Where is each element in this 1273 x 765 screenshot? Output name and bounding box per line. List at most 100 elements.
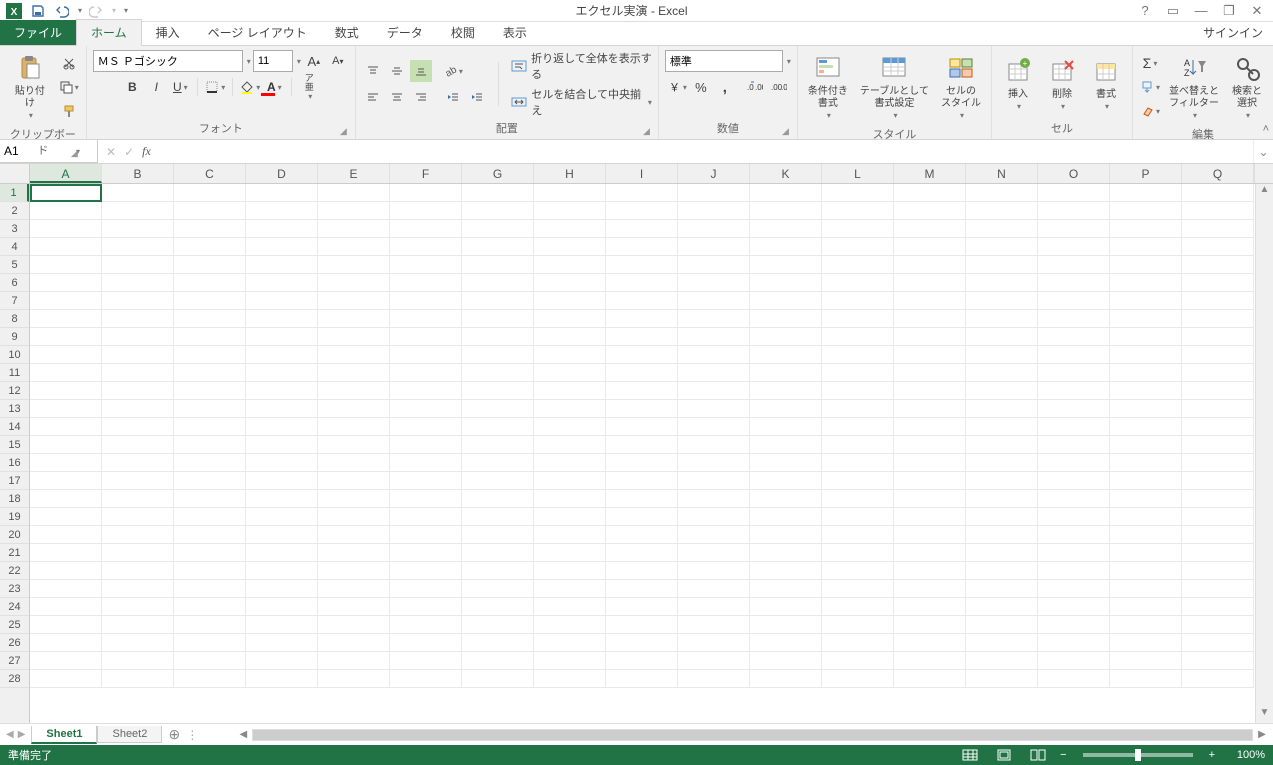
cell[interactable] <box>894 382 966 400</box>
cell[interactable] <box>534 616 606 634</box>
cell[interactable] <box>1038 364 1110 382</box>
cell[interactable] <box>30 184 102 202</box>
cell[interactable] <box>894 184 966 202</box>
cell[interactable] <box>174 436 246 454</box>
cell[interactable] <box>462 472 534 490</box>
increase-indent-icon[interactable] <box>466 86 488 108</box>
cell[interactable] <box>750 328 822 346</box>
bold-icon[interactable]: B <box>121 76 143 98</box>
number-format-dropdown[interactable]: ▾ <box>787 57 791 66</box>
borders-icon[interactable]: ▾ <box>204 76 226 98</box>
cell[interactable] <box>606 292 678 310</box>
cell[interactable] <box>750 490 822 508</box>
cell[interactable] <box>750 346 822 364</box>
cell[interactable] <box>534 220 606 238</box>
column-header[interactable]: C <box>174 164 246 183</box>
cell[interactable] <box>606 328 678 346</box>
cell[interactable] <box>174 256 246 274</box>
cell[interactable] <box>174 616 246 634</box>
cell[interactable] <box>894 634 966 652</box>
cell[interactable] <box>966 436 1038 454</box>
cell[interactable] <box>750 526 822 544</box>
cell[interactable] <box>894 220 966 238</box>
cell[interactable] <box>1110 526 1182 544</box>
cell[interactable] <box>30 346 102 364</box>
cell[interactable] <box>174 580 246 598</box>
cell[interactable] <box>1038 670 1110 688</box>
cell[interactable] <box>1110 454 1182 472</box>
row-header[interactable]: 5 <box>0 256 29 274</box>
cell[interactable] <box>822 364 894 382</box>
cell[interactable] <box>894 346 966 364</box>
font-size-input[interactable] <box>253 50 293 72</box>
cell[interactable] <box>246 364 318 382</box>
cell[interactable] <box>1110 274 1182 292</box>
cell[interactable] <box>822 238 894 256</box>
cell[interactable] <box>1110 472 1182 490</box>
cell[interactable] <box>246 400 318 418</box>
cell[interactable] <box>390 184 462 202</box>
cancel-formula-icon[interactable]: ✕ <box>106 145 116 159</box>
column-header[interactable]: D <box>246 164 318 183</box>
cell[interactable] <box>534 454 606 472</box>
cell[interactable] <box>102 670 174 688</box>
row-header[interactable]: 27 <box>0 652 29 670</box>
cell[interactable] <box>1110 616 1182 634</box>
cell[interactable] <box>1038 634 1110 652</box>
cell[interactable] <box>534 274 606 292</box>
cell[interactable] <box>966 274 1038 292</box>
cell[interactable] <box>462 490 534 508</box>
cell[interactable] <box>750 634 822 652</box>
cell[interactable] <box>606 472 678 490</box>
cell[interactable] <box>30 274 102 292</box>
cell[interactable] <box>894 256 966 274</box>
font-size-dropdown[interactable]: ▾ <box>297 57 301 66</box>
phonetic-icon[interactable]: ア亜▾ <box>298 76 320 98</box>
cell[interactable] <box>894 310 966 328</box>
cell[interactable] <box>30 238 102 256</box>
row-header[interactable]: 15 <box>0 436 29 454</box>
cell[interactable] <box>30 598 102 616</box>
cell[interactable] <box>534 508 606 526</box>
cell[interactable] <box>174 220 246 238</box>
cell[interactable] <box>246 382 318 400</box>
row-header[interactable]: 10 <box>0 346 29 364</box>
cell[interactable] <box>30 652 102 670</box>
cell[interactable] <box>894 544 966 562</box>
cell[interactable] <box>246 202 318 220</box>
cell[interactable] <box>390 616 462 634</box>
cell[interactable] <box>318 238 390 256</box>
cell[interactable] <box>102 454 174 472</box>
tab-page-layout[interactable]: ページ レイアウト <box>194 20 321 45</box>
cell[interactable] <box>1110 598 1182 616</box>
cell[interactable] <box>102 238 174 256</box>
cell[interactable] <box>678 418 750 436</box>
row-header[interactable]: 19 <box>0 508 29 526</box>
cell[interactable] <box>174 274 246 292</box>
cell[interactable] <box>1038 472 1110 490</box>
cell[interactable] <box>102 616 174 634</box>
cell[interactable] <box>1182 202 1254 220</box>
wrap-text-button[interactable]: 折り返して全体を表示する <box>509 50 652 82</box>
cell[interactable] <box>1038 598 1110 616</box>
cell[interactable] <box>750 310 822 328</box>
cell[interactable] <box>246 220 318 238</box>
cell[interactable] <box>534 562 606 580</box>
cell[interactable] <box>750 454 822 472</box>
align-right-icon[interactable] <box>410 86 432 108</box>
cell[interactable] <box>102 292 174 310</box>
cell[interactable] <box>534 598 606 616</box>
cell[interactable] <box>1182 526 1254 544</box>
cell[interactable] <box>822 454 894 472</box>
cell[interactable] <box>462 328 534 346</box>
cell[interactable] <box>102 634 174 652</box>
cell[interactable] <box>894 490 966 508</box>
tab-scroll-splitter[interactable]: ⋮ <box>186 728 192 742</box>
decrease-indent-icon[interactable] <box>442 86 464 108</box>
increase-font-icon[interactable]: A▴ <box>303 50 325 72</box>
cell[interactable] <box>102 220 174 238</box>
cell[interactable] <box>894 670 966 688</box>
cell[interactable] <box>894 274 966 292</box>
cell[interactable] <box>822 562 894 580</box>
cell[interactable] <box>174 490 246 508</box>
